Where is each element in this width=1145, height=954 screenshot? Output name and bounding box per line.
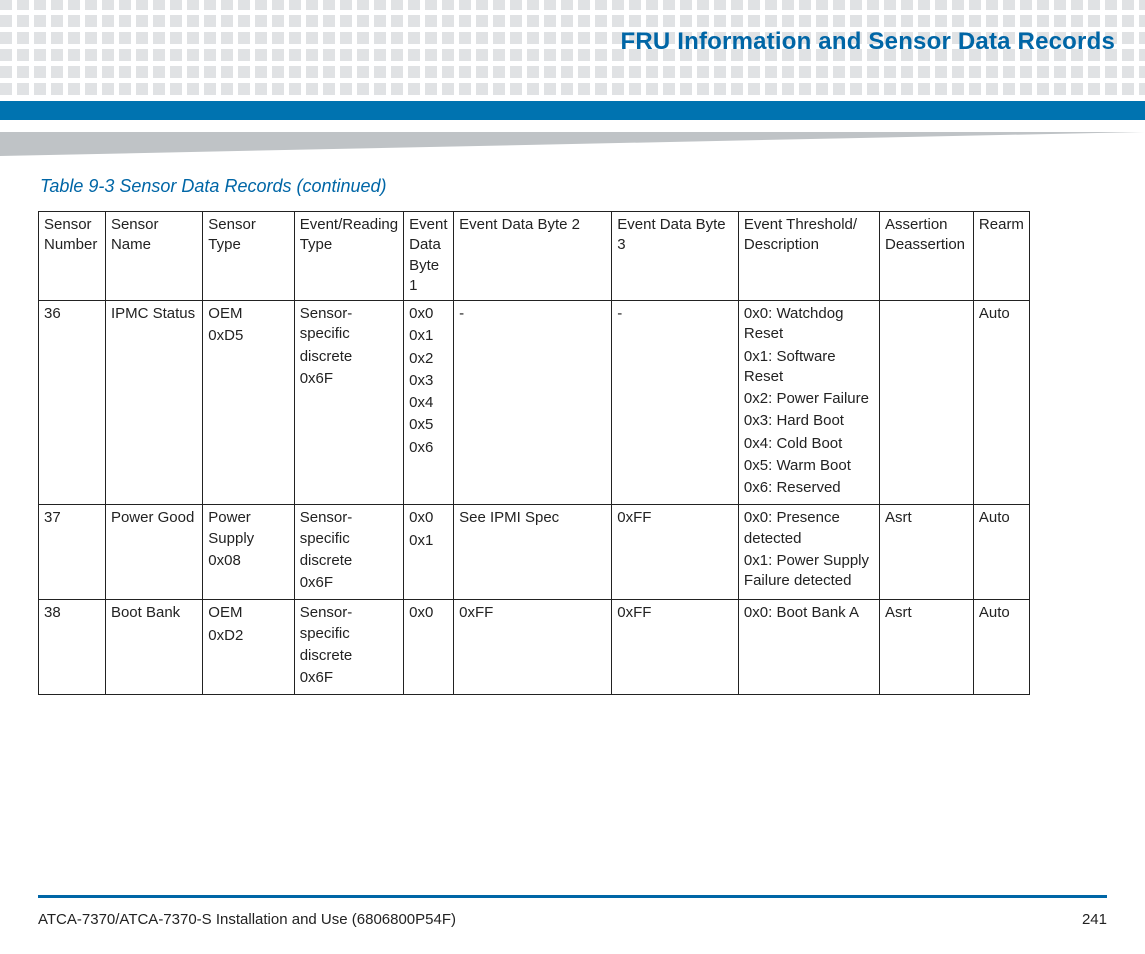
cell-rearm: Auto <box>973 505 1029 600</box>
footer-doc-title: ATCA-7370/ATCA-7370-S Installation and U… <box>38 911 456 928</box>
footer-page-number: 241 <box>1082 911 1107 928</box>
page-title: FRU Information and Sensor Data Records <box>620 28 1115 56</box>
cell-event-data-byte-2: See IPMI Spec <box>454 505 612 600</box>
cell-event-data-byte-3: - <box>612 301 739 505</box>
col-event-data-byte-2: Event Data Byte 2 <box>454 212 612 301</box>
col-event-threshold-desc: Event Threshold/ Description <box>738 212 879 301</box>
col-sensor-number: Sensor Number <box>39 212 106 301</box>
cell-sensor-type: OEM0xD2 <box>203 600 294 695</box>
cell-event-data-byte-1: 0x00x10x20x30x40x50x6 <box>404 301 454 505</box>
cell-sensor-number: 38 <box>39 600 106 695</box>
cell-event-data-byte-1: 0x00x1 <box>404 505 454 600</box>
cell-event-data-byte-3: 0xFF <box>612 505 739 600</box>
cell-sensor-type: OEM0xD5 <box>203 301 294 505</box>
cell-event-data-byte-3: 0xFF <box>612 600 739 695</box>
cell-event-threshold-desc: 0x0: Boot Bank A <box>738 600 879 695</box>
table-row: 36IPMC StatusOEM0xD5Sensor-specificdiscr… <box>39 301 1030 505</box>
header-blue-bar <box>0 101 1145 120</box>
table-header-row: Sensor Number Sensor Name Sensor Type Ev… <box>39 212 1030 301</box>
cell-assertion-deassertion: Asrt <box>879 505 973 600</box>
footer: ATCA-7370/ATCA-7370-S Installation and U… <box>38 911 1107 928</box>
cell-event-data-byte-2: 0xFF <box>454 600 612 695</box>
cell-assertion-deassertion <box>879 301 973 505</box>
cell-sensor-name: Power Good <box>105 505 202 600</box>
cell-sensor-number: 36 <box>39 301 106 505</box>
cell-sensor-number: 37 <box>39 505 106 600</box>
cell-event-threshold-desc: 0x0: Presence detected0x1: Power Supply … <box>738 505 879 600</box>
cell-event-threshold-desc: 0x0: Watchdog Reset0x1: Software Reset0x… <box>738 301 879 505</box>
col-sensor-type: Sensor Type <box>203 212 294 301</box>
col-event-data-byte-3: Event Data Byte 3 <box>612 212 739 301</box>
cell-event-reading-type: Sensor-specificdiscrete0x6F <box>294 600 403 695</box>
cell-event-data-byte-2: - <box>454 301 612 505</box>
cell-sensor-type: Power Supply0x08 <box>203 505 294 600</box>
cell-sensor-name: IPMC Status <box>105 301 202 505</box>
col-event-reading-type: Event/Reading Type <box>294 212 403 301</box>
cell-event-reading-type: Sensor-specificdiscrete0x6F <box>294 301 403 505</box>
cell-rearm: Auto <box>973 301 1029 505</box>
cell-sensor-name: Boot Bank <box>105 600 202 695</box>
cell-rearm: Auto <box>973 600 1029 695</box>
cell-event-reading-type: Sensor-specificdiscrete0x6F <box>294 505 403 600</box>
table-row: 38Boot BankOEM0xD2Sensor-specificdiscret… <box>39 600 1030 695</box>
table-row: 37Power GoodPower Supply0x08Sensor-speci… <box>39 505 1030 600</box>
sensor-table: Sensor Number Sensor Name Sensor Type Ev… <box>38 211 1030 695</box>
col-sensor-name: Sensor Name <box>105 212 202 301</box>
col-rearm: Rearm <box>973 212 1029 301</box>
content-area: Table 9-3 Sensor Data Records (continued… <box>38 170 1107 695</box>
col-event-data-byte-1: Event Data Byte 1 <box>404 212 454 301</box>
table-caption: Table 9-3 Sensor Data Records (continued… <box>40 176 1107 197</box>
cell-event-data-byte-1: 0x0 <box>404 600 454 695</box>
col-assertion-deassertion: Assertion Deassertion <box>879 212 973 301</box>
table-body: 36IPMC StatusOEM0xD5Sensor-specificdiscr… <box>39 301 1030 695</box>
cell-assertion-deassertion: Asrt <box>879 600 973 695</box>
header-gray-wedge <box>0 132 1145 156</box>
footer-rule <box>38 895 1107 898</box>
